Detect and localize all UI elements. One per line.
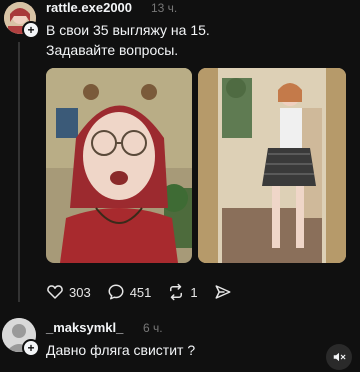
repost-icon <box>170 283 183 301</box>
thread-line <box>18 42 20 302</box>
speaker-muted-icon <box>333 352 346 362</box>
like-button[interactable]: 303 <box>46 283 91 301</box>
repost-button[interactable]: 1 <box>167 283 198 301</box>
post-text-line-1: В свои 35 выгляжу на 15. <box>46 22 210 38</box>
reply-follow-plus-icon[interactable]: + <box>22 339 40 357</box>
reply-username[interactable]: _maksymkl_ <box>46 320 123 335</box>
comment-icon <box>108 284 124 300</box>
mute-button[interactable] <box>326 344 352 370</box>
post-photo-1[interactable] <box>46 68 192 263</box>
post-photo-2[interactable] <box>198 68 346 263</box>
post-text-line-2: Задавайте вопросы. <box>46 42 179 58</box>
share-button[interactable] <box>214 283 237 301</box>
like-count: 303 <box>69 284 91 300</box>
reply-text: Давно фляга свистит ? <box>46 342 196 358</box>
comment-count: 451 <box>129 284 152 300</box>
follow-plus-icon[interactable]: + <box>22 21 40 39</box>
send-icon <box>215 285 231 299</box>
repost-count: 1 <box>190 284 198 300</box>
post-actions: 303 451 1 <box>46 281 253 303</box>
heart-icon <box>47 285 63 299</box>
post-time: 13 ч. <box>151 1 178 15</box>
post-username[interactable]: rattle.exe2000 <box>46 0 132 15</box>
comment-button[interactable]: 451 <box>107 283 152 301</box>
reply-time: 6 ч. <box>143 321 163 335</box>
